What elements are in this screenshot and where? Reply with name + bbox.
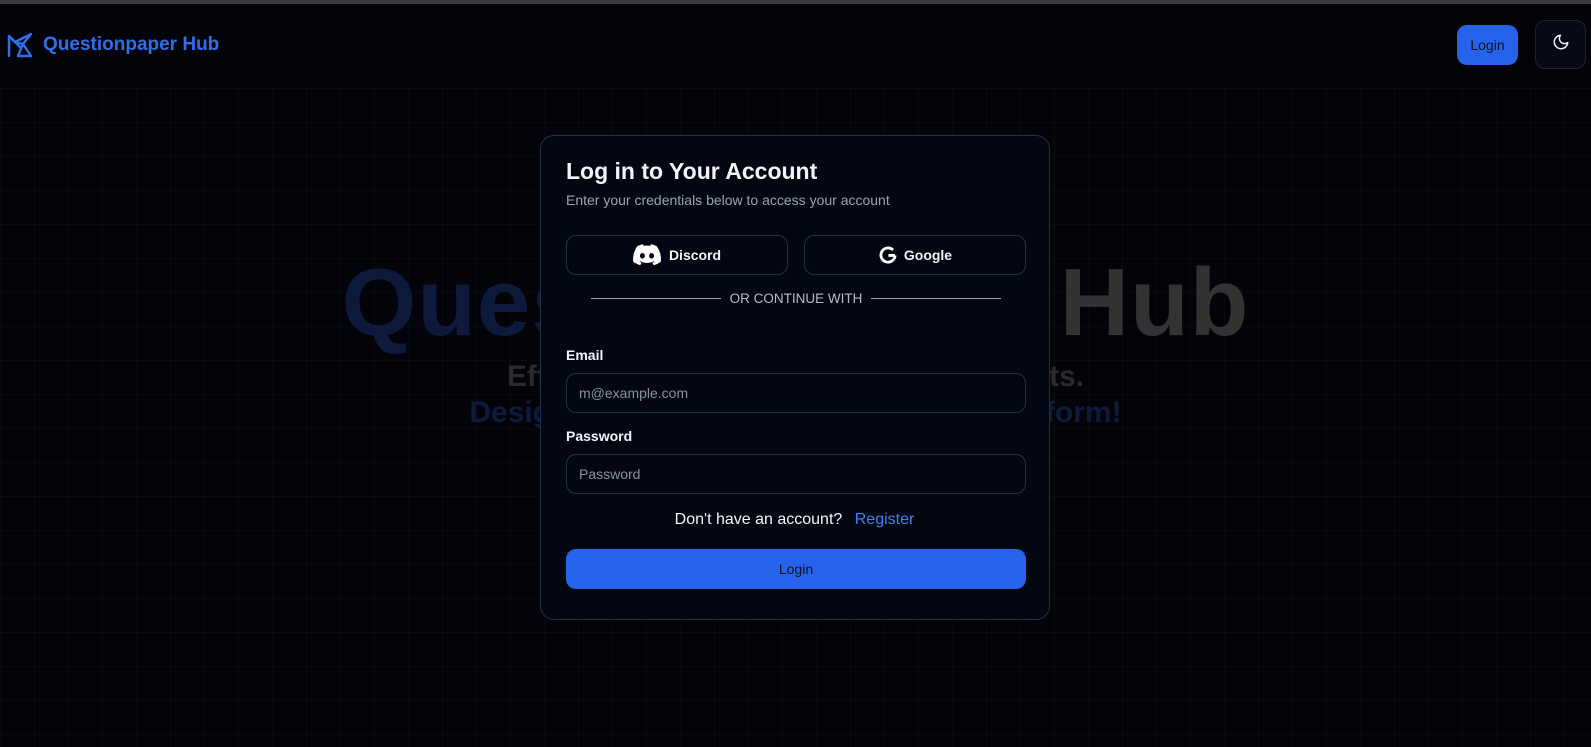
or-divider: OR CONTINUE WITH bbox=[591, 288, 1001, 308]
header-login-button[interactable]: Login bbox=[1457, 25, 1518, 65]
dialog-title: Log in to Your Account bbox=[566, 158, 818, 184]
divider-text: OR CONTINUE WITH bbox=[729, 290, 863, 306]
divider-line-right bbox=[871, 297, 1001, 299]
site-header: Questionpaper Hub Login bbox=[0, 4, 1591, 88]
login-dialog: Log in to Your Account Enter your creden… bbox=[540, 135, 1050, 620]
discord-label: Discord bbox=[668, 247, 722, 263]
google-icon bbox=[878, 245, 898, 265]
register-link[interactable]: Register bbox=[855, 511, 915, 528]
hero-subtitle-line2-start: Desig bbox=[469, 396, 552, 429]
email-field[interactable] bbox=[566, 373, 1026, 413]
theme-toggle-button[interactable] bbox=[1535, 20, 1586, 69]
dialog-description: Enter your credentials below to access y… bbox=[566, 192, 890, 208]
google-login-button[interactable]: Google bbox=[804, 235, 1026, 275]
register-prompt-row: Don't have an account? Register bbox=[541, 511, 1048, 529]
brand-name: Questionpaper Hub bbox=[43, 34, 220, 55]
password-field[interactable] bbox=[566, 454, 1026, 494]
email-label: Email bbox=[566, 347, 604, 363]
moon-icon bbox=[1552, 33, 1570, 56]
google-label: Google bbox=[903, 247, 953, 263]
brand-logo-icon bbox=[6, 31, 34, 59]
password-label: Password bbox=[566, 428, 633, 444]
login-submit-button[interactable]: Login bbox=[566, 549, 1026, 589]
discord-icon bbox=[633, 244, 661, 266]
hero-subtitle-line1-end: ts. bbox=[1049, 360, 1085, 393]
divider-line-left bbox=[591, 297, 721, 299]
register-prompt-text: Don't have an account? bbox=[674, 511, 843, 528]
brand-link[interactable]: Questionpaper Hub bbox=[6, 31, 219, 59]
hero-title-part2: Hub bbox=[1059, 249, 1250, 356]
discord-login-button[interactable]: Discord bbox=[566, 235, 788, 275]
